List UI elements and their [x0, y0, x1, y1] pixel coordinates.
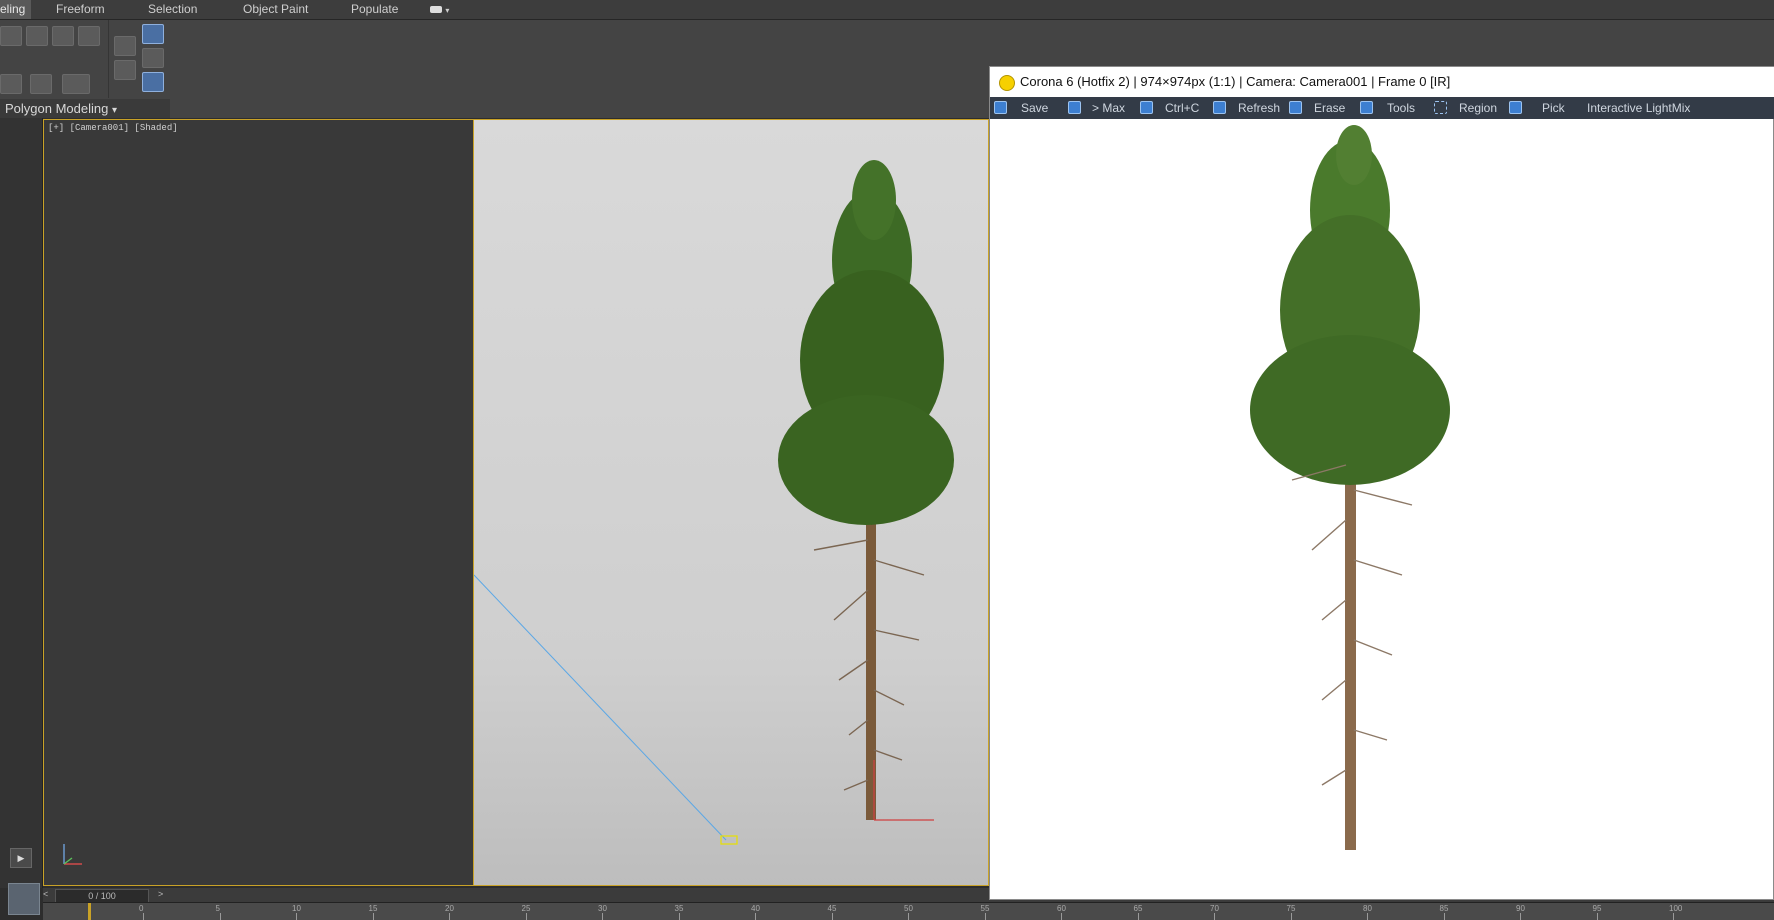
axis-tripod-icon [63, 844, 82, 865]
ribbon-tool-button[interactable] [52, 26, 74, 46]
viewport-safe-frame [473, 120, 988, 885]
polygon-modeling-label: Polygon Modeling [5, 101, 109, 116]
corona-title-bar[interactable]: Corona 6 (Hotfix 2) | 974×974px (1:1) | … [990, 67, 1774, 98]
corona-window-title: Corona 6 (Hotfix 2) | 974×974px (1:1) | … [1020, 74, 1451, 89]
time-slider[interactable]: 0 / 100 [55, 889, 149, 903]
tree-model [778, 160, 954, 820]
ribbon-tabbar: eling Freeform Selection Object Paint Po… [0, 0, 1774, 20]
animation-key-button[interactable] [8, 883, 40, 915]
chevron-down-icon: ▾ [111, 105, 118, 116]
ribbon-tool-button[interactable] [30, 74, 52, 94]
ribbon-active-tool-button[interactable] [142, 72, 164, 92]
ribbon-tool-button[interactable] [142, 48, 164, 68]
ruler-tick-label: 5 [215, 904, 220, 913]
ruler-tick-label: 60 [1057, 904, 1066, 913]
ribbon-options-dropdown[interactable]: ▾ [430, 0, 449, 19]
ruler-tick-label: 75 [1286, 904, 1296, 913]
ribbon-tool-button[interactable] [114, 36, 136, 56]
copy-icon[interactable] [1140, 101, 1153, 114]
interactive-lightmix-button[interactable]: Interactive LightMix [1587, 97, 1690, 119]
tab-freeform[interactable]: Freeform [56, 0, 105, 19]
ruler-tick-label: 65 [1133, 904, 1143, 913]
tab-selection[interactable]: Selection [148, 0, 197, 19]
ruler-tick-label: 55 [980, 904, 990, 913]
ribbon-divider [108, 20, 109, 98]
ruler-tick-label: 90 [1516, 904, 1525, 913]
viewport-label[interactable]: [+] [Camera001] [Shaded] [48, 123, 178, 133]
erase-button[interactable]: Erase [1314, 97, 1345, 119]
ruler-tick-label: 50 [904, 904, 913, 913]
camera-icon [430, 6, 442, 14]
to-max-button[interactable]: > Max [1092, 97, 1125, 119]
save-button[interactable]: Save [1021, 97, 1048, 119]
rendered-tree-image [1250, 125, 1450, 850]
ruler-tick-label: 70 [1210, 904, 1219, 913]
save-icon[interactable] [994, 101, 1007, 114]
ribbon-tool-button[interactable] [26, 26, 48, 46]
to-max-icon[interactable] [1068, 101, 1081, 114]
tools-icon[interactable] [1360, 101, 1373, 114]
corona-toolbar: Save > Max Ctrl+C Refresh Erase Tools Re… [990, 97, 1774, 119]
ruler-tick-label: 40 [751, 904, 760, 913]
tab-modeling[interactable]: eling [0, 0, 32, 19]
camera-viewport[interactable]: [+] [Camera001] [Shaded] [43, 119, 989, 886]
erase-icon[interactable] [1289, 101, 1302, 114]
left-toolstrip: ▶ [0, 118, 43, 915]
pick-icon[interactable] [1509, 101, 1522, 114]
ruler-tick-label: 45 [827, 904, 837, 913]
ribbon-tool-button[interactable] [0, 74, 22, 94]
ruler-tick-label: 10 [292, 904, 301, 913]
gizmo-axes [873, 760, 934, 821]
time-cursor[interactable] [88, 903, 91, 920]
tab-object-paint[interactable]: Object Paint [243, 0, 308, 19]
ruler-tick-label: 85 [1439, 904, 1449, 913]
refresh-button[interactable]: Refresh [1238, 97, 1280, 119]
ruler-tick-label: 35 [674, 904, 684, 913]
ruler-tick-label: 15 [368, 904, 378, 913]
corona-frame-buffer-window: Corona 6 (Hotfix 2) | 974×974px (1:1) | … [989, 66, 1774, 900]
ribbon-tool-button[interactable] [78, 26, 100, 46]
ruler-tick-label: 30 [598, 904, 607, 913]
ribbon-tool-button[interactable] [0, 26, 22, 46]
ruler-tick-label: 95 [1592, 904, 1602, 913]
timeline-ruler[interactable]: 0 5 10 15 20 25 30 35 40 45 50 55 60 65 70 75 80 85 90 95 10… [43, 902, 1774, 920]
ruler-tick-label: 80 [1363, 904, 1372, 913]
viewport-scene [474, 160, 954, 845]
chevron-down-icon: ▾ [445, 6, 450, 15]
ruler-tick-label: 20 [445, 904, 454, 913]
time-next-button[interactable]: > [158, 889, 163, 899]
play-icon[interactable]: ▶ [10, 848, 32, 868]
region-icon[interactable] [1434, 101, 1447, 114]
corona-render-view[interactable] [992, 120, 1771, 897]
ruler-tick-label: 25 [521, 904, 531, 913]
ribbon-tool-button[interactable] [62, 74, 90, 94]
ribbon-active-tool-button[interactable] [142, 24, 164, 44]
viewport-outside-safe-frame [44, 120, 473, 885]
tools-button[interactable]: Tools [1387, 97, 1415, 119]
time-prev-button[interactable]: < [43, 889, 48, 899]
tab-populate[interactable]: Populate [351, 0, 398, 19]
pick-button[interactable]: Pick [1542, 97, 1565, 119]
corona-smiley-icon [999, 75, 1015, 91]
refresh-icon[interactable] [1213, 101, 1226, 114]
copy-button[interactable]: Ctrl+C [1165, 97, 1199, 119]
region-button[interactable]: Region [1459, 97, 1497, 119]
ruler-tick-label: 100 [1669, 904, 1683, 913]
polygon-modeling-dropdown[interactable]: Polygon Modeling ▾ [0, 99, 170, 118]
ribbon-tool-button[interactable] [114, 60, 136, 80]
ruler-tick-label: 0 [139, 904, 144, 913]
